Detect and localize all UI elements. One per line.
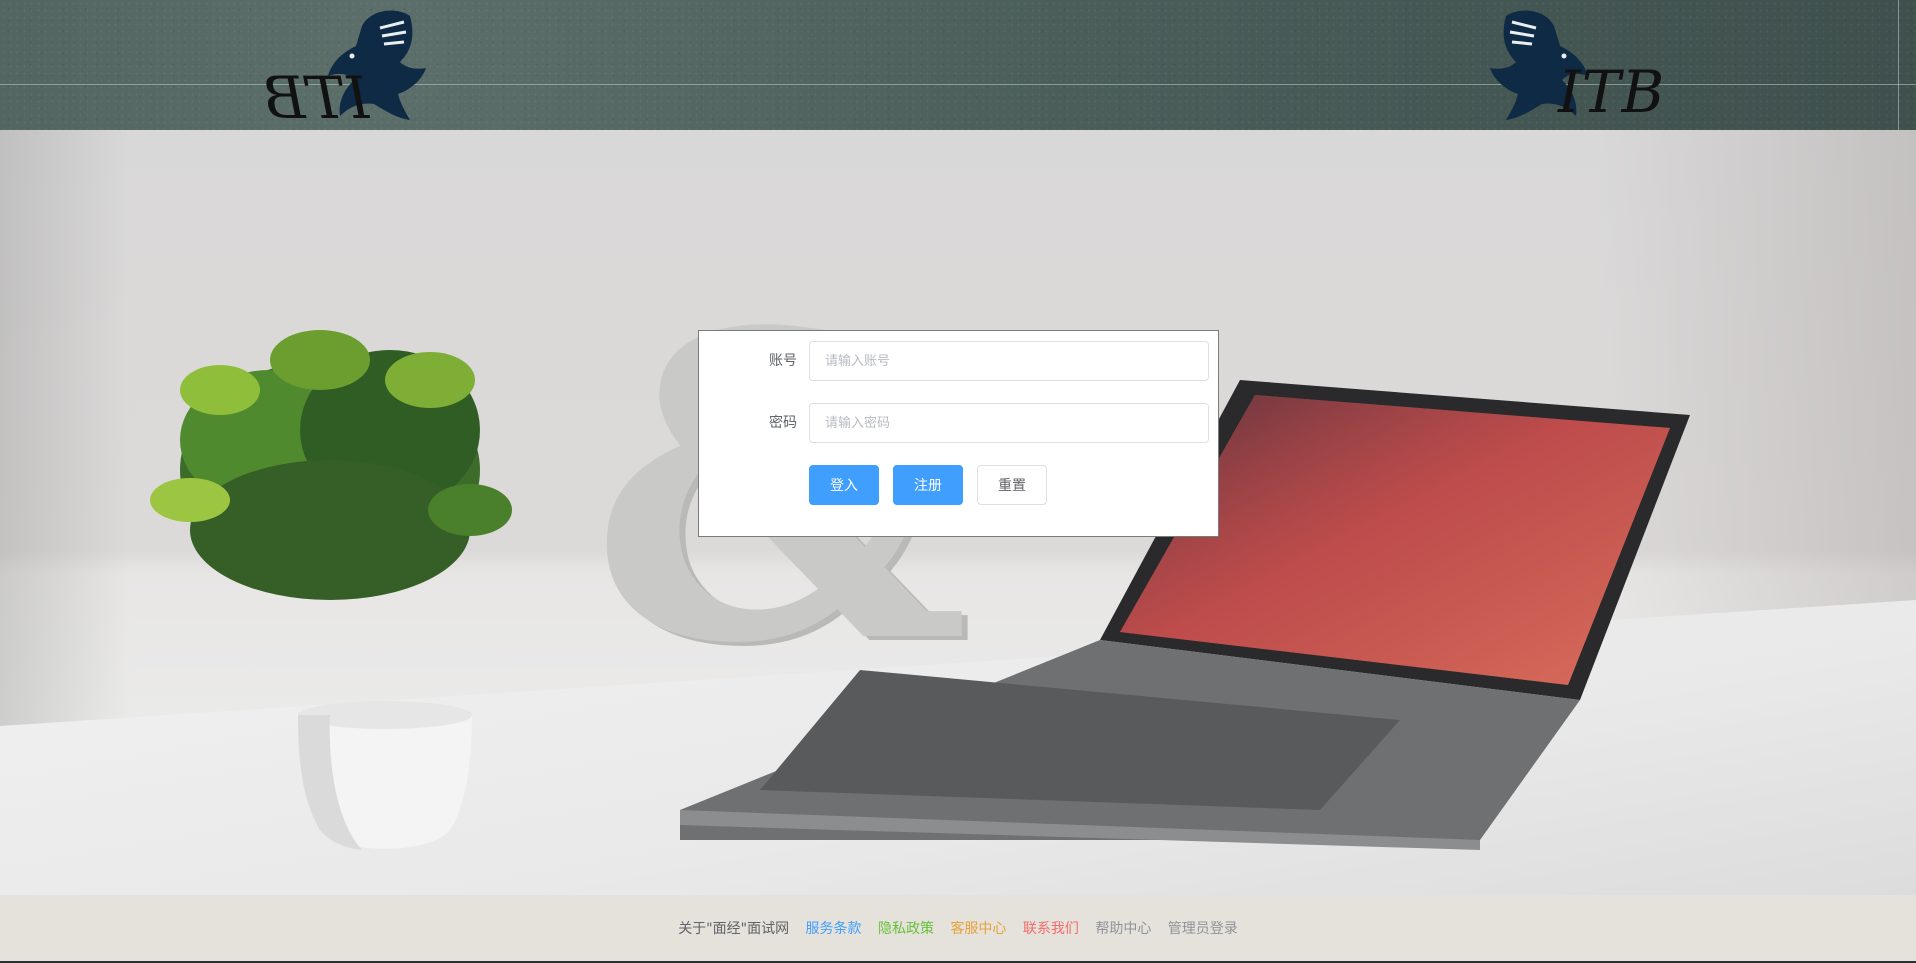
- potted-plant-image: [150, 330, 512, 850]
- hero-background-photo: &: [0, 130, 1916, 895]
- footer-link-admin-login[interactable]: 管理员登录: [1168, 921, 1238, 937]
- footer-link-privacy[interactable]: 隐私政策: [878, 921, 934, 937]
- password-label: 密码: [769, 415, 797, 431]
- footer-link-about[interactable]: 关于"面经"面试网: [678, 921, 789, 937]
- site-logo-right[interactable]: ITB: [1476, 6, 1666, 126]
- logo-text-right: ITB: [1558, 58, 1666, 126]
- account-label: 账号: [769, 353, 797, 369]
- account-input[interactable]: [809, 341, 1209, 381]
- footer-link-contact[interactable]: 联系我们: [1023, 921, 1079, 937]
- footer-link-terms[interactable]: 服务条款: [806, 921, 862, 937]
- login-button[interactable]: 登入: [809, 465, 879, 505]
- password-input[interactable]: [809, 403, 1209, 443]
- site-logo-left[interactable]: ITB: [258, 6, 448, 130]
- reset-button[interactable]: 重置: [977, 465, 1047, 505]
- account-row: 账号: [699, 341, 1218, 381]
- header-vertical-line: [1898, 0, 1899, 130]
- register-button[interactable]: 注册: [893, 465, 963, 505]
- footer-link-help[interactable]: 帮助中心: [1095, 921, 1151, 937]
- site-footer: 关于"面经"面试网 服务条款 隐私政策 客服中心 联系我们 帮助中心 管理员登录: [0, 895, 1916, 963]
- footer-link-customer-service[interactable]: 客服中心: [950, 921, 1006, 937]
- password-row: 密码: [699, 403, 1218, 443]
- footer-links: 关于"面经"面试网 服务条款 隐私政策 客服中心 联系我们 帮助中心 管理员登录: [0, 895, 1916, 963]
- logo-text-left: ITB: [262, 64, 370, 130]
- login-form: 账号 密码 登入 注册 重置: [698, 330, 1219, 537]
- site-header: ITB ITB: [0, 0, 1916, 130]
